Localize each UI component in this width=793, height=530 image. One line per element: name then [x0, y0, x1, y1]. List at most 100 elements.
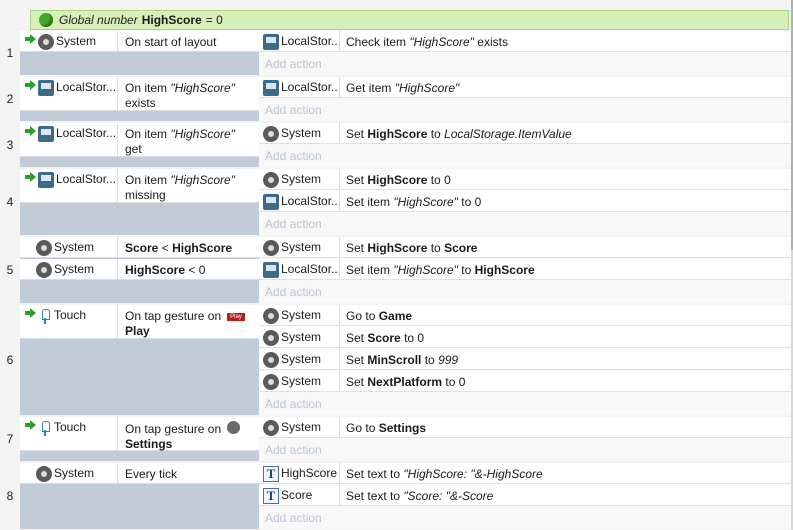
- condition-row[interactable]: System HighScore < 0: [20, 259, 259, 280]
- action-row[interactable]: T HighScore Set text to "HighScore: "&-Hig…: [259, 463, 791, 484]
- action-row[interactable]: System Go to Game: [259, 305, 791, 326]
- gear-icon: [263, 374, 279, 390]
- condition-row[interactable]: System Score < HighScore: [20, 237, 259, 258]
- text-object-icon: T: [263, 488, 279, 504]
- action-row[interactable]: LocalStor... Set item "HighScore" to High…: [259, 259, 791, 280]
- event-block-7[interactable]: 7 Touch On tap gesture on Settings System Go …: [0, 417, 793, 461]
- action-text: Set MinScroll to 999: [346, 353, 459, 367]
- condition-row[interactable]: System Every tick: [20, 463, 259, 484]
- event-number: 4: [6, 195, 14, 209]
- condition-object: LocalStor...: [20, 169, 118, 202]
- gear-icon: [263, 172, 279, 188]
- action-row[interactable]: LocalStor... Get item "HighScore": [259, 77, 791, 98]
- condition-object-name: System: [56, 34, 97, 48]
- add-action-link[interactable]: Add action: [265, 285, 322, 299]
- actions-panel[interactable]: System Set HighScore to LocalStorage.Item…: [259, 123, 791, 167]
- add-action-link[interactable]: Add action: [265, 57, 322, 71]
- condition-row[interactable]: Touch On tap gesture on Settings: [20, 417, 259, 451]
- trigger-arrow-icon: [25, 172, 36, 182]
- actions-panel[interactable]: System Go to Settings Add action: [259, 417, 791, 461]
- conditions-panel[interactable]: LocalStor... On item "HighScore" missing: [20, 169, 259, 235]
- add-action-link[interactable]: Add action: [265, 511, 322, 525]
- condition-text: On tap gesture on Play Play: [125, 309, 245, 339]
- action-row[interactable]: System Set MinScroll to 999: [259, 349, 791, 370]
- condition-object: System: [20, 259, 118, 279]
- condition-row[interactable]: LocalStor... On item "HighScore" get: [20, 123, 259, 157]
- action-text: Set HighScore to 0: [346, 173, 451, 187]
- action-object-name: LocalStor...: [281, 80, 340, 94]
- local-storage-icon: [38, 126, 54, 142]
- condition-object: Touch: [20, 305, 118, 338]
- action-object-name: System: [281, 330, 322, 344]
- action-row[interactable]: T Score Set text to "Score: "&-Score: [259, 485, 791, 506]
- add-action-link[interactable]: Add action: [265, 149, 322, 163]
- action-row[interactable]: LocalStor... Check item "HighScore" exist…: [259, 31, 791, 52]
- action-object-name: System: [281, 126, 322, 140]
- condition-text: On item "HighScore" get: [125, 127, 235, 157]
- action-object: LocalStor...: [259, 31, 340, 51]
- conditions-panel[interactable]: System Every tick: [20, 463, 259, 529]
- condition-object-name: LocalStor...: [56, 126, 117, 140]
- local-storage-icon: [38, 80, 54, 96]
- condition-row[interactable]: LocalStor... On item "HighScore" missing: [20, 169, 259, 203]
- event-block-2[interactable]: 2 LocalStor... On item "HighScore" exists Lo…: [0, 77, 793, 121]
- conditions-panel[interactable]: Touch On tap gesture on Play Play: [20, 305, 259, 415]
- action-row[interactable]: System Set HighScore to LocalStorage.Item…: [259, 123, 791, 144]
- conditions-panel[interactable]: Touch On tap gesture on Settings: [20, 417, 259, 461]
- condition-object-name: LocalStor...: [56, 172, 117, 186]
- action-object: System: [259, 123, 340, 143]
- gear-icon: [263, 308, 279, 324]
- event-number: 5: [6, 263, 14, 277]
- local-storage-icon: [38, 172, 54, 188]
- touch-icon: [38, 420, 52, 436]
- actions-panel[interactable]: T HighScore Set text to "HighScore: "&-Hig…: [259, 463, 791, 529]
- condition-row[interactable]: System On start of layout: [20, 31, 259, 52]
- add-action-link[interactable]: Add action: [265, 443, 322, 457]
- condition-object: Touch: [20, 417, 118, 450]
- condition-text: On item "HighScore" missing: [125, 173, 235, 203]
- conditions-panel[interactable]: System Score < HighScore System HighScore <…: [20, 237, 259, 303]
- action-object: T HighScore: [259, 463, 340, 483]
- action-text: Set HighScore to Score: [346, 241, 478, 255]
- global-variable-value: = 0: [205, 13, 223, 27]
- event-block-4[interactable]: 4 LocalStor... On item "HighScore" missing S…: [0, 169, 793, 235]
- condition-row[interactable]: Touch On tap gesture on Play Play: [20, 305, 259, 339]
- conditions-panel[interactable]: LocalStor... On item "HighScore" get: [20, 123, 259, 167]
- action-row[interactable]: LocalStor... Set item "HighScore" to 0: [259, 191, 791, 212]
- condition-row[interactable]: LocalStor... On item "HighScore" exists: [20, 77, 259, 111]
- actions-panel[interactable]: LocalStor... Check item "HighScore" exist…: [259, 31, 791, 75]
- conditions-panel[interactable]: LocalStor... On item "HighScore" exists: [20, 77, 259, 121]
- event-block-3[interactable]: 3 LocalStor... On item "HighScore" get Syste…: [0, 123, 793, 167]
- condition-object: System: [20, 31, 118, 51]
- event-block-8[interactable]: 8 System Every tick T HighScore Set text to "…: [0, 463, 793, 529]
- actions-panel[interactable]: LocalStor... Get item "HighScore" Add acti…: [259, 77, 791, 121]
- action-row[interactable]: System Set HighScore to 0: [259, 169, 791, 190]
- action-row[interactable]: System Set NextPlatform to 0: [259, 371, 791, 392]
- conditions-panel[interactable]: System On start of layout: [20, 31, 259, 75]
- actions-panel[interactable]: System Go to Game System Set Score to 0 Syst…: [259, 305, 791, 415]
- add-action-link[interactable]: Add action: [265, 397, 322, 411]
- condition-object: LocalStor...: [20, 123, 118, 156]
- add-action-link[interactable]: Add action: [265, 103, 322, 117]
- action-text: Go to Settings: [346, 421, 427, 435]
- action-object: LocalStor...: [259, 259, 340, 279]
- action-object-name: System: [281, 352, 322, 366]
- event-block-1[interactable]: 1 System On start of layout LocalStor... Che…: [0, 31, 793, 75]
- action-row[interactable]: System Set HighScore to Score: [259, 237, 791, 258]
- actions-panel[interactable]: System Set HighScore to Score LocalStor...…: [259, 237, 791, 303]
- event-block-5[interactable]: 5 System Score < HighScore System HighScore …: [0, 237, 793, 303]
- action-row[interactable]: System Go to Settings: [259, 417, 791, 438]
- action-row[interactable]: System Set Score to 0: [259, 327, 791, 348]
- event-block-6[interactable]: 6 Touch On tap gesture on Play Play System Go …: [0, 305, 793, 415]
- gear-icon: [36, 466, 52, 482]
- actions-panel[interactable]: System Set HighScore to 0 LocalStor... Set …: [259, 169, 791, 235]
- add-action-link[interactable]: Add action: [265, 217, 322, 231]
- action-object: System: [259, 417, 340, 437]
- condition-text: Score < HighScore: [125, 241, 232, 256]
- trigger-arrow-icon: [25, 34, 36, 44]
- condition-text-line2: get: [125, 142, 142, 156]
- gear-icon: [36, 262, 52, 278]
- global-variable-row[interactable]: Global number HighScore = 0: [30, 10, 789, 30]
- event-number: 3: [6, 138, 14, 152]
- global-variable-name: HighScore: [141, 13, 202, 27]
